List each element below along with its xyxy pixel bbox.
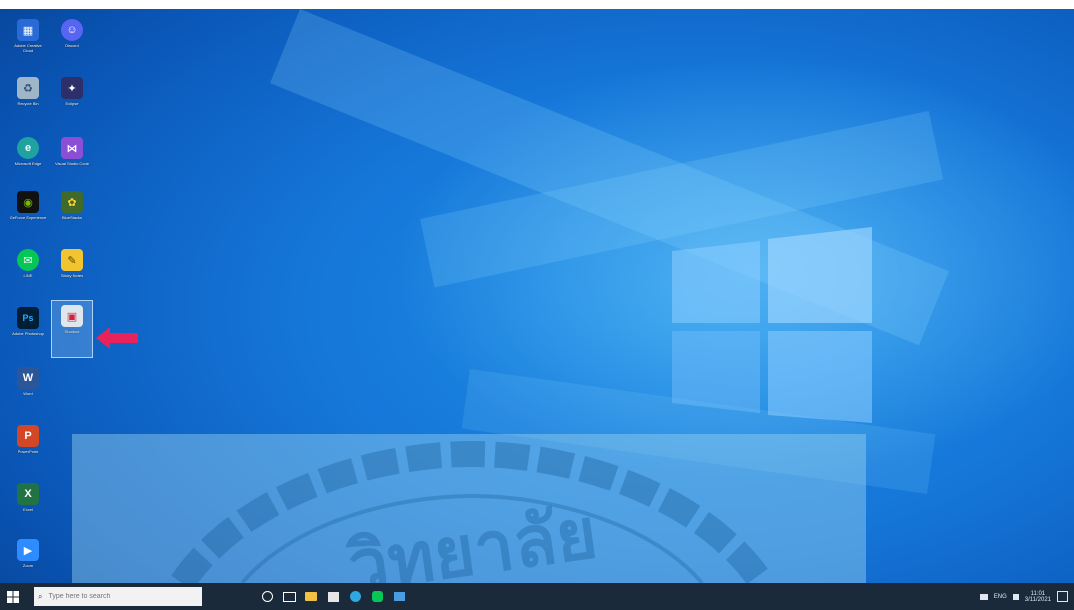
desktop-icon-sticky-notes[interactable]: ✎ Sticky Notes xyxy=(52,245,92,301)
bluestacks-icon: ✿ xyxy=(61,191,83,213)
taskbar-search-box[interactable]: ⌕ xyxy=(34,587,202,606)
watermark-overlay: วิทยาลัย xyxy=(72,434,866,583)
taskbar-file-explorer[interactable] xyxy=(300,583,322,610)
task-view-button[interactable] xyxy=(278,583,300,610)
desktop-icon-label: Zoom xyxy=(22,563,34,568)
notification-icon[interactable] xyxy=(1057,591,1068,602)
volume-icon[interactable] xyxy=(1012,593,1019,600)
edge-icon: e xyxy=(17,137,39,159)
desktop-icon-label: Visual Studio Code xyxy=(55,161,89,166)
app-shortcut-icon: ▣ xyxy=(61,305,83,327)
desktop-icon-label: Microsoft Edge xyxy=(14,161,42,166)
desktop-icon-label: BlueStacks xyxy=(61,215,82,220)
watermark-seal: วิทยาลัย xyxy=(171,440,773,583)
task-view-icon xyxy=(282,591,296,602)
desktop-icon-geforce[interactable]: ◉ GeForce Experience xyxy=(8,187,48,243)
desktop-icon-label: PowerPoint xyxy=(17,449,39,454)
system-tray: ENG 11:01 3/11/2021 xyxy=(979,583,1074,610)
word-icon: W xyxy=(17,367,39,389)
desktop-icon-label: Shortcut xyxy=(64,329,80,334)
desktop-icon-label: Word xyxy=(23,391,33,396)
desktop-icon-visual-studio[interactable]: ⋈ Visual Studio Code xyxy=(52,133,92,189)
taskbar-store[interactable] xyxy=(322,583,344,610)
desktop-icon-discord[interactable]: ☺ Discord xyxy=(52,15,92,71)
photoshop-icon: Ps xyxy=(17,307,39,329)
desktop-icon-eclipse[interactable]: ✦ Eclipse xyxy=(52,73,92,129)
desktop-icon-edge[interactable]: e Microsoft Edge xyxy=(8,133,48,189)
recycle-bin-icon: ♻ xyxy=(17,77,39,99)
desktop-icon-bluestacks[interactable]: ✿ BlueStacks xyxy=(52,187,92,243)
desktop-icon-label: GeForce Experience xyxy=(9,215,47,220)
desktop-icon-adobe[interactable]: ▦ Adobe Creative Cloud xyxy=(8,15,48,71)
visual-studio-icon: ⋈ xyxy=(61,137,83,159)
taskbar: ⌕ ENG 11:01 3/11/202 xyxy=(0,583,1074,610)
eclipse-icon: ✦ xyxy=(61,77,83,99)
zoom-icon: ▶ xyxy=(17,539,39,561)
network-tray-icon[interactable] xyxy=(979,593,988,600)
sticky-notes-icon: ✎ xyxy=(61,249,83,271)
excel-icon: X xyxy=(17,483,39,505)
desktop-icon-word[interactable]: W Word xyxy=(8,363,48,419)
search-circle-icon xyxy=(261,591,273,602)
search-input[interactable] xyxy=(46,592,191,601)
taskbar-edge[interactable] xyxy=(344,583,366,610)
desktop-screen: ▦ Adobe Creative Cloud ☺ Discord ♻ Recyc… xyxy=(0,9,1074,610)
desktop-icon-line[interactable]: ✉ LINE xyxy=(8,245,48,301)
desktop-icon-label: Discord xyxy=(65,43,79,48)
clock[interactable]: 11:01 3/11/2021 xyxy=(1025,591,1051,603)
desktop-icon-label: Adobe Photoshop xyxy=(12,331,44,336)
app-taskbar-icon xyxy=(393,592,405,601)
desktop-icon-label: Recycle Bin xyxy=(17,101,39,106)
clock-date: 3/11/2021 xyxy=(1024,596,1051,603)
pointer-arrow-icon xyxy=(96,327,138,349)
desktop-icon-excel[interactable]: X Excel xyxy=(8,479,48,535)
store-icon xyxy=(327,591,339,602)
windows-logo-icon xyxy=(672,227,872,423)
geforce-icon: ◉ xyxy=(17,191,39,213)
edge-taskbar-icon xyxy=(349,591,361,602)
desktop-icon-photoshop[interactable]: Ps Adobe Photoshop xyxy=(8,303,48,359)
desktop-icon-label: LINE xyxy=(23,273,33,278)
cortana-button[interactable] xyxy=(256,583,278,610)
desktop-icon-label: Excel xyxy=(23,507,33,512)
desktop-icon-shortcut-selected[interactable]: ▣ Shortcut xyxy=(51,300,93,358)
file-explorer-icon xyxy=(305,592,317,601)
desktop-icon-recycle-bin[interactable]: ♻ Recycle Bin xyxy=(8,73,48,129)
taskbar-line[interactable] xyxy=(366,583,388,610)
discord-icon: ☺ xyxy=(61,19,83,41)
search-icon: ⌕ xyxy=(38,591,43,601)
taskbar-app[interactable] xyxy=(388,583,410,610)
line-taskbar-icon xyxy=(371,591,383,602)
desktop-icon-label: Eclipse xyxy=(65,101,79,106)
line-icon: ✉ xyxy=(17,249,39,271)
powerpoint-icon: P xyxy=(17,425,39,447)
desktop-icon-label: Adobe Creative Cloud xyxy=(14,43,42,53)
start-button[interactable] xyxy=(0,583,26,610)
network-icon: ▦ xyxy=(17,19,39,41)
desktop-icon-label: Sticky Notes xyxy=(60,273,84,278)
desktop-icon-powerpoint[interactable]: P PowerPoint xyxy=(8,421,48,477)
language-indicator[interactable]: ENG xyxy=(994,594,1007,600)
windows-start-icon xyxy=(7,590,19,603)
